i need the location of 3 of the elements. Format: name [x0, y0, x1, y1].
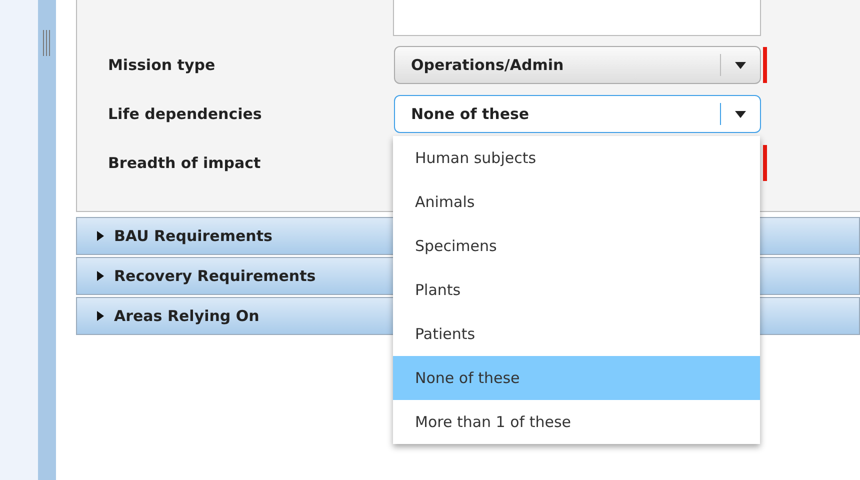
field-label: Life dependencies [107, 104, 263, 125]
field-label: Mission type [107, 54, 216, 76]
field-label: Breadth of impact [107, 152, 262, 174]
